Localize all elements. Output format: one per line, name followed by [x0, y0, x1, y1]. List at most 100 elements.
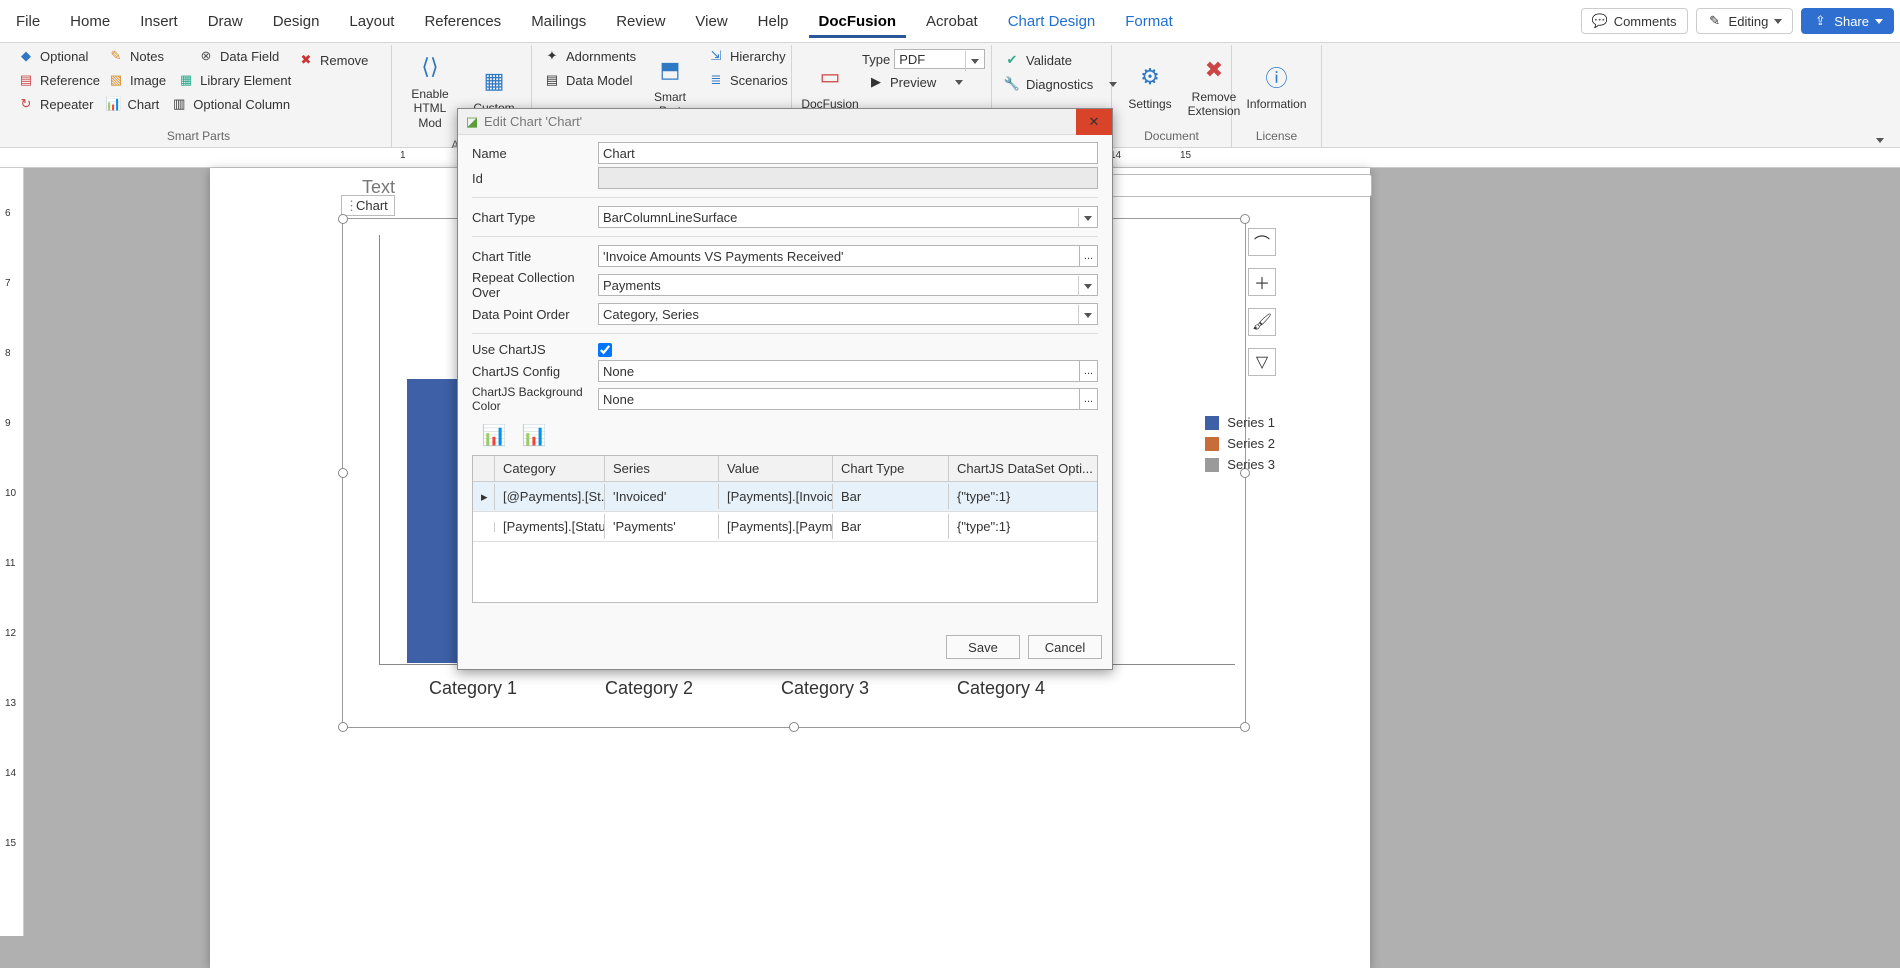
chartjs-bg-label: ChartJS Background Color [472, 385, 598, 413]
data-model-button[interactable]: ▤Data Model [538, 69, 638, 91]
optional-button[interactable]: ◆Optional [12, 45, 102, 67]
chart-filters-button[interactable]: ▽ [1248, 348, 1276, 376]
adornments-button[interactable]: ✦Adornments [538, 45, 638, 67]
app-icon: ◪ [464, 114, 480, 130]
menu-draw[interactable]: Draw [198, 5, 253, 38]
share-button[interactable]: ⇪ Share [1801, 8, 1894, 34]
comments-label: Comments [1614, 14, 1677, 29]
menu-view[interactable]: View [685, 5, 737, 38]
chevron-down-icon [1875, 19, 1883, 24]
dialog-title: Edit Chart 'Chart' [484, 114, 582, 129]
hierarchy-icon: ⇲ [708, 48, 724, 64]
col-dataset-options[interactable]: ChartJS DataSet Opti... [949, 456, 1097, 481]
ribbon-group-document: ⚙Settings ✖Remove Extension Document [1112, 45, 1232, 147]
col-chart-type[interactable]: Chart Type [833, 456, 949, 481]
resize-handle[interactable] [338, 214, 348, 224]
remove-series-button[interactable]: 📊 [520, 421, 548, 449]
close-button[interactable]: ✕ [1076, 109, 1112, 135]
preview-button[interactable]: ▶Preview [862, 71, 985, 93]
edit-chart-dialog: ◪ Edit Chart 'Chart' ✕ Name Id Chart Typ… [457, 108, 1113, 670]
col-series[interactable]: Series [605, 456, 719, 481]
grid-row[interactable]: ▸ [@Payments].[St...... 'Invoiced' [Paym… [473, 482, 1097, 512]
menu-acrobat[interactable]: Acrobat [916, 5, 988, 38]
series-grid: Category Series Value Chart Type ChartJS… [472, 455, 1098, 603]
chartjs-config-ellipsis-button[interactable]: ... [1080, 360, 1098, 382]
menu-mailings[interactable]: Mailings [521, 5, 596, 38]
save-button[interactable]: Save [946, 635, 1020, 659]
reference-button[interactable]: ▤Reference [12, 69, 102, 91]
legend-swatch [1205, 416, 1219, 430]
chartjs-bg-input[interactable] [598, 388, 1080, 410]
add-series-button[interactable]: 📊 [480, 421, 508, 449]
docfusion-icon: ▭ [814, 61, 846, 93]
menu-chart-design[interactable]: Chart Design [998, 5, 1106, 38]
collapse-ribbon-icon[interactable] [1876, 138, 1884, 143]
chart-title-input[interactable] [598, 245, 1080, 267]
menu-design[interactable]: Design [263, 5, 330, 38]
chart-title-label: Chart Title [472, 249, 598, 264]
resize-handle[interactable] [338, 722, 348, 732]
remove-button[interactable]: ✖Remove [292, 49, 374, 71]
name-input[interactable] [598, 142, 1098, 164]
scenarios-button[interactable]: ≣Scenarios [702, 69, 792, 91]
chart-button[interactable]: 📊Chart [99, 93, 165, 115]
chevron-down-icon [1078, 208, 1096, 228]
dialog-titlebar[interactable]: ◪ Edit Chart 'Chart' ✕ [458, 109, 1112, 135]
menu-review[interactable]: Review [606, 5, 675, 38]
diagnostics-button[interactable]: 🔧Diagnostics [998, 73, 1105, 95]
menu-file[interactable]: File [6, 5, 50, 38]
grid-row[interactable]: [Payments].[Status] 'Payments' [Payments… [473, 512, 1097, 542]
menu-format[interactable]: Format [1115, 5, 1183, 38]
chart-styles-button[interactable]: 🖌 [1248, 308, 1276, 336]
menu-home[interactable]: Home [60, 5, 120, 38]
resize-handle[interactable] [1240, 722, 1250, 732]
resize-handle[interactable] [338, 468, 348, 478]
dporder-select[interactable]: Category, Series [598, 303, 1098, 325]
repeat-select[interactable]: Payments [598, 274, 1098, 296]
custom-icon: ▦ [478, 65, 510, 97]
menu-layout[interactable]: Layout [339, 5, 404, 38]
chart-tag[interactable]: Chart [341, 195, 395, 216]
menu-docfusion[interactable]: DocFusion [809, 5, 907, 38]
chart-legend: Series 1 Series 2 Series 3 [1205, 409, 1275, 478]
hierarchy-button[interactable]: ⇲Hierarchy [702, 45, 792, 67]
chevron-down-icon [1078, 305, 1096, 325]
share-label: Share [1834, 14, 1869, 29]
gear-icon: ⚙ [1134, 61, 1166, 93]
enable-html-button[interactable]: ⟨⟩Enable HTML Mod [398, 45, 462, 136]
use-chartjs-checkbox[interactable] [598, 343, 612, 357]
col-category[interactable]: Category [495, 456, 605, 481]
type-select[interactable]: PDF [894, 49, 985, 69]
layout-options-button[interactable]: ⌒ [1248, 228, 1276, 256]
group-label-license: License [1238, 127, 1315, 147]
library-element-button[interactable]: ▦Library Element [172, 69, 297, 91]
editing-button[interactable]: ✎Editing [1696, 8, 1794, 34]
resize-handle[interactable] [1240, 214, 1250, 224]
information-button[interactable]: ⓘInformation [1238, 45, 1315, 127]
comments-button[interactable]: 💬Comments [1581, 8, 1688, 34]
menu-insert[interactable]: Insert [130, 5, 188, 38]
settings-button[interactable]: ⚙Settings [1118, 45, 1182, 127]
menu-references[interactable]: References [414, 5, 511, 38]
chart-title-ellipsis-button[interactable]: ... [1080, 245, 1098, 267]
chartjs-bg-ellipsis-button[interactable]: ... [1080, 388, 1098, 410]
resize-handle[interactable] [789, 722, 799, 732]
menu-help[interactable]: Help [748, 5, 799, 38]
style-gallery-item[interactable]: rmal [1077, 174, 1372, 197]
wrench-icon: 🔧 [1004, 76, 1020, 92]
legend-swatch [1205, 458, 1219, 472]
notes-button[interactable]: ✎Notes [102, 45, 192, 67]
scenarios-icon: ≣ [708, 72, 724, 88]
chartjs-config-input[interactable] [598, 360, 1080, 382]
col-value[interactable]: Value [719, 456, 833, 481]
ribbon-spacer [1322, 45, 1894, 147]
chart-type-select[interactable]: BarColumnLineSurface [598, 206, 1098, 228]
data-field-button[interactable]: ⊗Data Field [192, 45, 285, 67]
repeater-button[interactable]: ↻Repeater [12, 93, 99, 115]
cancel-button[interactable]: Cancel [1028, 635, 1102, 659]
chart-bar [407, 379, 457, 663]
chart-elements-button[interactable]: ＋ [1248, 268, 1276, 296]
share-icon: ⇪ [1812, 13, 1828, 29]
validate-button[interactable]: ✔Validate [998, 49, 1105, 71]
image-button[interactable]: ▧Image [102, 69, 172, 91]
